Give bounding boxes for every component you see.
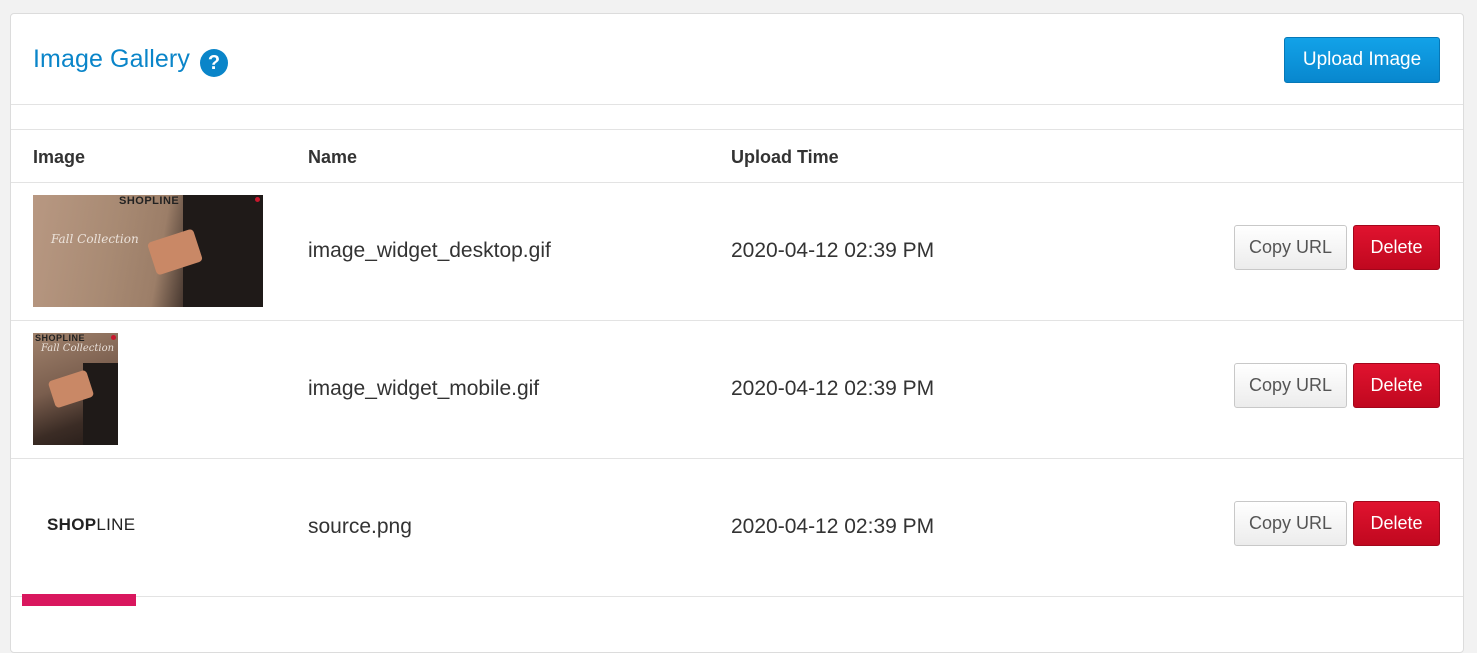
- file-name: image_widget_desktop.gif: [308, 239, 551, 262]
- panel-header: Image Gallery ? Upload Image: [11, 14, 1463, 105]
- thumbnail-brand-text: SHOPLINE: [35, 333, 86, 343]
- delete-button[interactable]: Delete: [1353, 501, 1440, 546]
- column-header-name: Name: [308, 147, 358, 167]
- copy-url-button[interactable]: Copy URL: [1234, 225, 1347, 270]
- thumbnail-caption-text: Fall Collection: [41, 343, 115, 354]
- column-header-upload-time: Upload Time: [731, 147, 839, 167]
- table-spacer: [11, 106, 1463, 130]
- file-name: image_widget_mobile.gif: [308, 377, 540, 400]
- upload-time: 2020-04-12 02:39 PM: [731, 377, 935, 400]
- delete-button[interactable]: Delete: [1353, 225, 1440, 270]
- table-row: SHOPLINE Fall Collection image_widget_de…: [11, 183, 1463, 321]
- upload-time: 2020-04-12 02:39 PM: [731, 239, 935, 262]
- upload-image-button[interactable]: Upload Image: [1284, 37, 1440, 83]
- image-gallery-panel: Image Gallery ? Upload Image Image Name …: [10, 13, 1464, 653]
- delete-button[interactable]: Delete: [1353, 363, 1440, 408]
- copy-url-button[interactable]: Copy URL: [1234, 363, 1347, 408]
- question-circle-icon[interactable]: ?: [200, 49, 228, 77]
- thumbnail-caption-text: Fall Collection: [51, 232, 139, 246]
- desktop-banner-thumbnail: SHOPLINE Fall Collection: [33, 195, 263, 307]
- copy-url-button[interactable]: Copy URL: [1234, 501, 1347, 546]
- logo-bold-text: SHOP: [47, 515, 97, 534]
- partial-thumbnail: [22, 594, 136, 606]
- table-row: SHOPLINE Fall Collection image_widget_mo…: [11, 321, 1463, 459]
- column-header-image: Image: [33, 147, 86, 167]
- logo-light-text: LINE: [96, 515, 136, 534]
- mobile-banner-thumbnail: SHOPLINE Fall Collection: [33, 333, 118, 445]
- table-row: SHOPLINE source.png 2020-04-12 02:39 PM …: [11, 459, 1463, 597]
- file-name: source.png: [308, 515, 412, 538]
- thumbnail-brand-text: SHOPLINE: [119, 195, 180, 207]
- upload-time: 2020-04-12 02:39 PM: [731, 515, 935, 538]
- page-title: Image Gallery: [33, 45, 190, 73]
- logo-thumbnail: SHOPLINE: [47, 515, 135, 535]
- table-header: Image Name Upload Time: [11, 130, 1463, 183]
